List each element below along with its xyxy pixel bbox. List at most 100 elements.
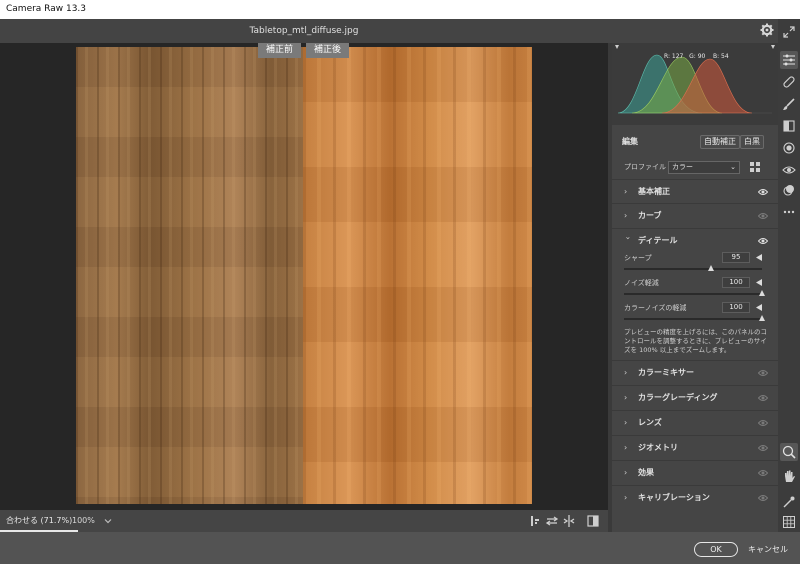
expand-triangle-icon[interactable]	[756, 254, 762, 261]
profile-select[interactable]: カラー ⌄	[668, 161, 740, 174]
document-header: Tabletop_mtl_diffuse.jpg	[0, 19, 778, 43]
section-label: キャリブレーション	[638, 493, 710, 502]
slider-track[interactable]	[624, 265, 762, 271]
gradient-icon[interactable]	[782, 119, 796, 133]
chevron-down-icon[interactable]	[104, 517, 112, 525]
detail-body: シャープ 95 ノイズ軽減 100 カラーノイズの軽減 100 プレビューの精度…	[612, 252, 778, 360]
eye-icon[interactable]	[758, 394, 768, 402]
slider-track[interactable]	[624, 290, 765, 296]
chevron-right-icon: ›	[624, 443, 628, 452]
expand-triangle-icon[interactable]	[756, 279, 762, 286]
g-value: G: 90	[689, 53, 706, 60]
after-label: 補正後	[306, 43, 350, 58]
noise-reduction-slider[interactable]: ノイズ軽減 100	[612, 277, 778, 301]
chevron-down-icon: ⌄	[730, 163, 736, 171]
eye-icon[interactable]	[758, 494, 768, 502]
section-label: カラーグレーディング	[638, 393, 718, 402]
healing-bandage-icon[interactable]	[782, 75, 796, 89]
document-filename: Tabletop_mtl_diffuse.jpg	[249, 26, 359, 36]
presets-icon[interactable]	[782, 183, 796, 197]
gear-icon[interactable]	[760, 23, 774, 37]
edit-header: 編集 自動補正 白黒	[612, 133, 778, 151]
sharpen-slider[interactable]: シャープ 95	[612, 252, 778, 276]
chevron-right-icon: ›	[624, 493, 628, 502]
auto-button[interactable]: 自動補正	[700, 135, 740, 149]
cancel-button[interactable]: キャンセル	[748, 542, 788, 557]
section-label: ディテール	[638, 236, 678, 245]
section-label: カーブ	[638, 211, 662, 220]
brush-icon[interactable]	[782, 97, 796, 111]
more-icon[interactable]	[782, 205, 796, 219]
chevron-right-icon: ›	[624, 211, 628, 220]
rgb-readout: R: 127 G: 90 B: 54	[664, 53, 729, 60]
profile-browser-icon[interactable]	[750, 162, 760, 172]
fit-zoom-button[interactable]: 合わせる (71.7%)	[0, 510, 79, 532]
app-titlebar: Camera Raw 13.3	[0, 0, 800, 19]
cycle-view-icon[interactable]	[528, 514, 542, 528]
copy-settings-icon[interactable]	[562, 514, 576, 528]
section-geometry[interactable]: › ジオメトリ	[612, 435, 778, 459]
red-eye-icon[interactable]	[782, 163, 796, 177]
eyedropper-icon[interactable]	[782, 495, 796, 509]
before-label: 補正前	[258, 43, 302, 58]
radial-filter-icon[interactable]	[782, 141, 796, 155]
app-title: Camera Raw 13.3	[6, 4, 87, 14]
profile-value: カラー	[672, 163, 693, 171]
slider-track[interactable]	[624, 315, 765, 321]
swap-settings-icon[interactable]	[545, 514, 559, 528]
canvas-statusbar: 合わせる (71.7%) 100%	[0, 510, 608, 532]
image-canvas[interactable]: 補正前 補正後	[0, 43, 608, 510]
slider-thumb[interactable]	[759, 290, 765, 296]
hand-icon[interactable]	[782, 469, 796, 483]
b-value: B: 54	[712, 53, 729, 60]
detail-note: プレビューの精度を上げるには、このパネルのコントロールを調整するときに、プレビュ…	[624, 328, 767, 354]
section-label: カラーミキサー	[638, 368, 694, 377]
eye-icon[interactable]	[758, 188, 768, 196]
eye-icon[interactable]	[758, 212, 768, 220]
eye-icon[interactable]	[758, 419, 768, 427]
profile-label: プロファイル	[624, 163, 666, 171]
tool-strip	[778, 19, 800, 532]
slider-value-input[interactable]: 100	[722, 277, 750, 288]
section-basic[interactable]: › 基本補正	[612, 179, 778, 203]
section-label: ジオメトリ	[638, 443, 678, 452]
eye-icon[interactable]	[758, 469, 768, 477]
chevron-right-icon: ›	[624, 368, 628, 377]
after-image[interactable]	[303, 47, 532, 504]
section-color-mixer[interactable]: › カラーミキサー	[612, 360, 778, 384]
section-effects[interactable]: › 効果	[612, 460, 778, 484]
section-label: 効果	[638, 468, 654, 477]
slider-thumb[interactable]	[707, 265, 714, 271]
slider-label: カラーノイズの軽減	[624, 304, 687, 312]
expand-triangle-icon[interactable]	[756, 304, 762, 311]
eye-icon[interactable]	[758, 237, 768, 245]
color-noise-reduction-slider[interactable]: カラーノイズの軽減 100	[612, 302, 778, 326]
section-detail[interactable]: › ディテール	[612, 228, 778, 252]
before-after-toggle-icon[interactable]	[586, 514, 600, 528]
collapse-arrows-icon[interactable]	[782, 25, 796, 39]
edit-sliders-icon[interactable]	[780, 51, 798, 69]
eye-icon[interactable]	[758, 369, 768, 377]
eye-icon[interactable]	[758, 444, 768, 452]
black-white-button[interactable]: 白黒	[740, 135, 764, 149]
ok-button[interactable]: OK	[694, 542, 738, 557]
grid-overlay-icon[interactable]	[782, 515, 796, 529]
section-calibration[interactable]: › キャリブレーション	[612, 485, 778, 509]
section-lens[interactable]: › レンズ	[612, 410, 778, 434]
zoom-100-button[interactable]: 100%	[72, 510, 95, 532]
edit-panel: R: 127 G: 90 B: 54 編集 自動補正 白黒 プロファイル カラー…	[608, 43, 778, 532]
profile-row: プロファイル カラー ⌄	[612, 158, 778, 176]
chevron-down-icon: ›	[623, 236, 633, 240]
slider-thumb[interactable]	[759, 315, 765, 321]
chevron-right-icon: ›	[624, 468, 628, 477]
slider-label: ノイズ軽減	[624, 279, 659, 287]
chevron-right-icon: ›	[624, 393, 628, 402]
section-curve[interactable]: › カーブ	[612, 203, 778, 227]
slider-value-input[interactable]: 100	[722, 302, 750, 313]
slider-label: シャープ	[624, 254, 652, 262]
before-image[interactable]	[76, 47, 303, 504]
slider-value-input[interactable]: 95	[722, 252, 750, 263]
section-color-grading[interactable]: › カラーグレーディング	[612, 385, 778, 409]
chevron-right-icon: ›	[624, 187, 628, 196]
zoom-icon[interactable]	[780, 443, 798, 461]
